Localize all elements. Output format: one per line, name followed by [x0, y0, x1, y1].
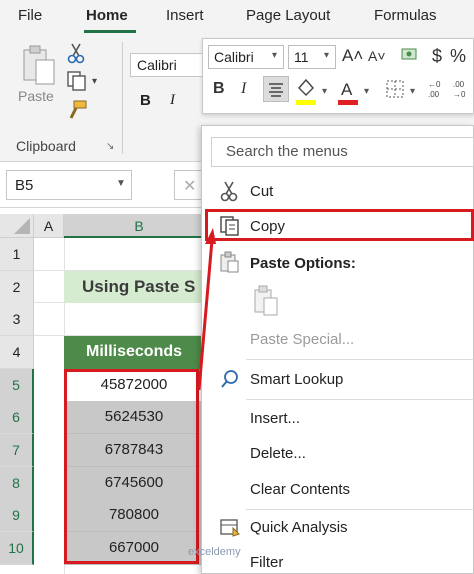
annotation-arrow — [197, 228, 216, 391]
watermark: exceldemy — [188, 546, 241, 558]
